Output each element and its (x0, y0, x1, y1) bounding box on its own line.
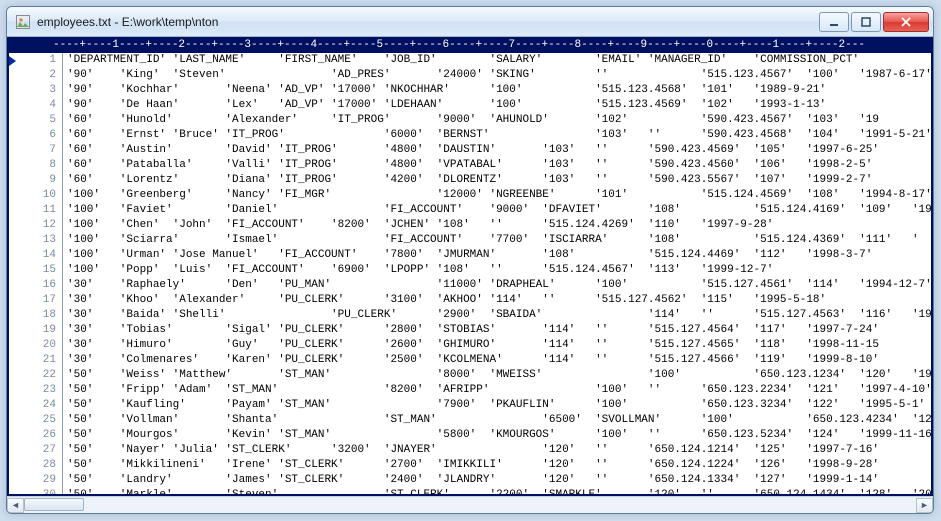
line-number: 26 (21, 428, 56, 443)
line-number: 1 (21, 53, 56, 68)
editor-line[interactable]: '100' 'Faviet' 'Daniel' 'FI_ACCOUNT' '90… (67, 203, 931, 218)
line-number: 7 (21, 143, 56, 158)
window-buttons (817, 12, 929, 32)
editor-line[interactable]: '30' 'Khoo' 'Alexander' 'PU_CLERK' '3100… (67, 293, 931, 308)
current-line-marker-icon (9, 56, 16, 66)
editor-line[interactable]: '50' 'Weiss' 'Matthew' 'ST_MAN' '8000' '… (67, 368, 931, 383)
editor-line[interactable]: '30' 'Tobias' 'Sigal' 'PU_CLERK' '2800' … (67, 323, 931, 338)
editor-line[interactable]: '30' 'Baida' 'Shelli' 'PU_CLERK' '2900' … (67, 308, 931, 323)
horizontal-scrollbar[interactable]: ◄ ► (7, 496, 933, 513)
editor-line[interactable]: '60' 'Austin' 'David' 'IT_PROG' '4800' '… (67, 143, 931, 158)
line-number: 13 (21, 233, 56, 248)
line-number: 22 (21, 368, 56, 383)
text-editor[interactable]: 'DEPARTMENT_ID' 'LAST_NAME' 'FIRST_NAME'… (63, 53, 931, 494)
scroll-thumb[interactable] (24, 498, 84, 511)
line-number: 5 (21, 113, 56, 128)
line-number: 21 (21, 353, 56, 368)
editor-line[interactable]: '100' 'Chen' 'John' 'FI_ACCOUNT' '8200' … (67, 218, 931, 233)
editor-line[interactable]: '100' 'Popp' 'Luis' 'FI_ACCOUNT' '6900' … (67, 263, 931, 278)
editor-line[interactable]: '100' 'Sciarra' 'Ismael' 'FI_ACCOUNT' '7… (67, 233, 931, 248)
editor-frame: 1234567891011121314151617181920212223242… (7, 53, 933, 496)
scroll-track[interactable] (24, 498, 916, 513)
window-title: employees.txt - E:\work\temp\nton (37, 15, 817, 29)
editor-line[interactable]: '100' 'Greenberg' 'Nancy' 'FI_MGR' '1200… (67, 188, 931, 203)
editor-line[interactable]: '30' 'Colmenares' 'Karen' 'PU_CLERK' '25… (67, 353, 931, 368)
line-number: 2 (21, 68, 56, 83)
line-number: 30 (21, 488, 56, 494)
line-number: 24 (21, 398, 56, 413)
editor-line[interactable]: '100' 'Urman' 'Jose Manuel' 'FI_ACCOUNT'… (67, 248, 931, 263)
editor-line[interactable]: '50' 'Vollman' 'Shanta' 'ST_MAN' '6500' … (67, 413, 931, 428)
editor-line[interactable]: '30' 'Raphaely' 'Den' 'PU_MAN' '11000' '… (67, 278, 931, 293)
editor-window: employees.txt - E:\work\temp\nton ----+-… (6, 6, 934, 514)
editor-line[interactable]: '50' 'Mikkilineni' 'Irene' 'ST_CLERK' '2… (67, 458, 931, 473)
line-number: 11 (21, 203, 56, 218)
line-number: 3 (21, 83, 56, 98)
line-number: 14 (21, 248, 56, 263)
editor-line[interactable]: '60' 'Ernst' 'Bruce' 'IT_PROG' '6000' 'B… (67, 128, 931, 143)
line-number: 4 (21, 98, 56, 113)
minimize-button[interactable] (819, 12, 849, 32)
editor-line[interactable]: '60' 'Lorentz' 'Diana' 'IT_PROG' '4200' … (67, 173, 931, 188)
editor-line[interactable]: '50' 'Markle' 'Steven' 'ST_CLERK' '2200'… (67, 488, 931, 494)
line-number: 19 (21, 323, 56, 338)
editor-line[interactable]: '50' 'Kaufling' 'Payam' 'ST_MAN' '7900' … (67, 398, 931, 413)
line-number: 12 (21, 218, 56, 233)
line-number: 23 (21, 383, 56, 398)
maximize-button[interactable] (851, 12, 881, 32)
line-number: 8 (21, 158, 56, 173)
close-button[interactable] (883, 12, 929, 32)
editor-line[interactable]: '50' 'Landry' 'James' 'ST_CLERK' '2400' … (67, 473, 931, 488)
line-number: 25 (21, 413, 56, 428)
file-icon (15, 14, 31, 30)
scroll-right-button[interactable]: ► (916, 498, 933, 513)
editor-line[interactable]: '30' 'Himuro' 'Guy' 'PU_CLERK' '2600' 'G… (67, 338, 931, 353)
line-number-gutter: 1234567891011121314151617181920212223242… (21, 53, 63, 494)
editor-line[interactable]: '90' 'King' 'Steven' 'AD_PRES' '24000' '… (67, 68, 931, 83)
line-number: 27 (21, 443, 56, 458)
line-number: 16 (21, 278, 56, 293)
scroll-left-button[interactable]: ◄ (7, 498, 24, 513)
line-number: 29 (21, 473, 56, 488)
editor-line[interactable]: '60' 'Hunold' 'Alexander' 'IT_PROG' '900… (67, 113, 931, 128)
editor-line[interactable]: 'DEPARTMENT_ID' 'LAST_NAME' 'FIRST_NAME'… (67, 53, 931, 68)
editor-line[interactable]: '50' 'Nayer' 'Julia' 'ST_CLERK' '3200' '… (67, 443, 931, 458)
line-number: 10 (21, 188, 56, 203)
ruler: ----+----1----+----2----+----3----+----4… (7, 37, 933, 53)
editor-line[interactable]: '90' 'De Haan' 'Lex' 'AD_VP' '17000' 'LD… (67, 98, 931, 113)
line-number: 28 (21, 458, 56, 473)
editor-line[interactable]: '90' 'Kochhar' 'Neena' 'AD_VP' '17000' '… (67, 83, 931, 98)
current-line-marker-column (9, 53, 21, 494)
line-number: 6 (21, 128, 56, 143)
editor-line[interactable]: '50' 'Fripp' 'Adam' 'ST_MAN' '8200' 'AFR… (67, 383, 931, 398)
line-number: 15 (21, 263, 56, 278)
line-number: 18 (21, 308, 56, 323)
line-number: 20 (21, 338, 56, 353)
line-number: 17 (21, 293, 56, 308)
line-number: 9 (21, 173, 56, 188)
editor-line[interactable]: '60' 'Pataballa' 'Valli' 'IT_PROG' '4800… (67, 158, 931, 173)
editor-line[interactable]: '50' 'Mourgos' 'Kevin' 'ST_MAN' '5800' '… (67, 428, 931, 443)
titlebar[interactable]: employees.txt - E:\work\temp\nton (7, 7, 933, 37)
